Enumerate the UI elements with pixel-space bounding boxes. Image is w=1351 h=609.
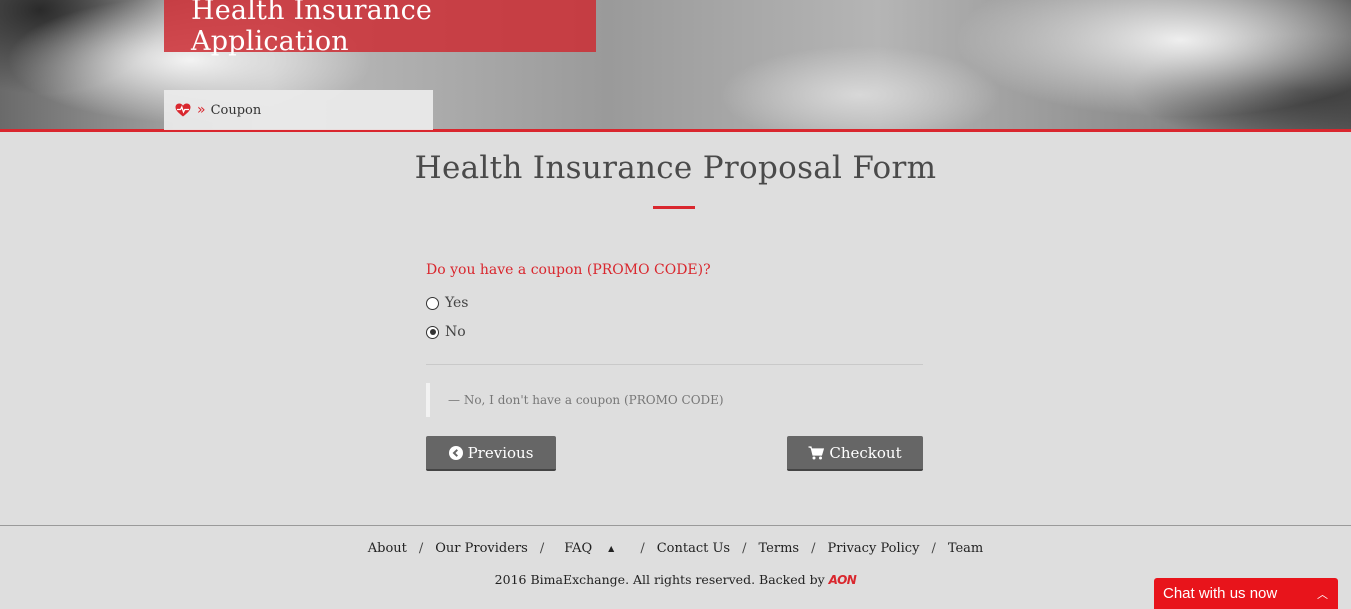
radio-yes-label[interactable]: Yes [445,295,469,311]
footer-nav: About / Our Providers / FAQ ▲ / Contact U… [0,541,1351,556]
radio-no[interactable] [426,325,439,339]
previous-button-label: Previous [467,443,534,462]
radio-no-label[interactable]: No [445,324,466,340]
checkout-button[interactable]: Checkout [787,436,923,471]
chat-widget[interactable]: Chat with us now ︿ [1154,578,1338,609]
app-title: Health Insurance Application [191,0,433,57]
chevron-up-icon[interactable]: ︿ [1317,586,1328,602]
radio-yes[interactable] [426,296,439,310]
shopping-cart-icon [808,445,825,460]
footer-link-privacy-policy[interactable]: Privacy Policy [827,541,919,556]
footer-link-faq-label[interactable]: FAQ [564,541,592,556]
footer-link-contact-us[interactable]: Contact Us [657,541,730,556]
app-title-box: Health Insurance Application [164,0,596,57]
page-title: Health Insurance Proposal Form [414,150,937,186]
footer-separator: / [640,541,645,556]
answer-summary: — No, I don't have a coupon (PROMO CODE) [426,383,830,417]
radio-option-yes[interactable]: Yes [426,295,469,311]
heading-underline [653,206,695,209]
footer-link-faq[interactable]: FAQ ▲ [556,541,628,556]
aon-logo[interactable]: AON [829,573,857,587]
previous-button[interactable]: Previous [426,436,556,471]
circle-chevron-left-icon [448,445,463,460]
footer-separator: / [539,541,545,556]
caret-up-icon[interactable]: ▲ [608,544,614,553]
section-divider [426,364,923,365]
breadcrumb: » Coupon [164,90,433,130]
answer-summary-text: — No, I don't have a coupon (PROMO CODE) [448,393,724,407]
heart-pulse-icon [175,103,191,117]
breadcrumb-current[interactable]: Coupon [211,103,262,118]
footer-link-our-providers[interactable]: Our Providers [435,541,528,556]
copyright: 2016 BimaExchange. All rights reserved. … [0,572,1351,587]
footer-link-about[interactable]: About [368,541,407,556]
coupon-question: Do you have a coupon (PROMO CODE)? [426,262,711,278]
checkout-button-label: Checkout [829,443,902,462]
footer-divider [0,525,1351,526]
footer-separator: / [418,541,424,556]
copyright-text: 2016 BimaExchange. All rights reserved. … [494,572,825,587]
footer-separator: / [742,541,747,556]
footer-separator: / [931,541,936,556]
footer-link-team[interactable]: Team [948,541,983,556]
radio-option-no[interactable]: No [426,324,466,340]
double-chevron-right-icon: » [197,102,206,118]
footer-link-terms[interactable]: Terms [759,541,800,556]
footer-separator: / [811,541,816,556]
chat-widget-label[interactable]: Chat with us now [1163,585,1277,602]
